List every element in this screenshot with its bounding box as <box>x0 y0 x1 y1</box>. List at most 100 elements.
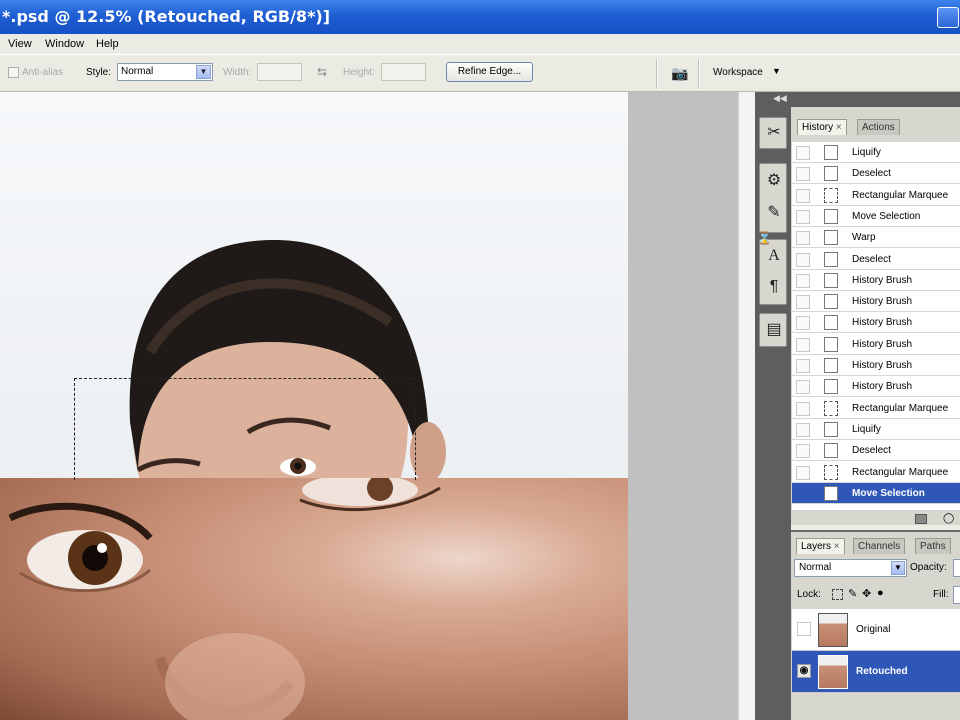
history-source-checkbox[interactable] <box>796 401 810 416</box>
layer-row-original[interactable]: Original <box>792 609 960 651</box>
menu-window[interactable]: Window <box>45 34 84 54</box>
history-state-label: Liquify <box>852 147 881 158</box>
workspace-button[interactable]: Workspace <box>713 67 763 78</box>
lock-all-icon[interactable]: ● <box>877 587 884 599</box>
history-state-row[interactable]: Rectangular Marquee <box>792 185 960 206</box>
toolbar-divider-2 <box>698 59 700 89</box>
refine-edge-button[interactable]: Refine Edge... <box>446 62 533 82</box>
height-label: Height: <box>343 67 375 78</box>
style-select[interactable]: Normal ▼ <box>117 63 213 81</box>
document-icon <box>824 166 838 182</box>
tab-actions[interactable]: Actions <box>857 119 900 135</box>
scissors-icon[interactable]: ✂ <box>763 122 785 144</box>
swap-icon[interactable]: ⇆ <box>317 65 327 79</box>
width-field[interactable] <box>257 63 302 81</box>
menu-help[interactable]: Help <box>96 34 119 54</box>
snapshot-icon[interactable] <box>915 514 927 524</box>
history-state-label: Move Selection <box>852 210 921 222</box>
history-source-checkbox[interactable] <box>796 295 810 310</box>
history-state-row[interactable]: History Brush <box>792 355 960 376</box>
history-source-checkbox[interactable] <box>796 380 810 395</box>
history-source-checkbox[interactable] <box>796 422 810 437</box>
history-source-checkbox[interactable] <box>796 146 810 160</box>
opacity-field[interactable] <box>953 559 960 577</box>
style-select-value: Normal <box>121 66 154 77</box>
tab-layers[interactable]: Layers × <box>796 538 845 554</box>
tab-history[interactable]: History × <box>797 119 847 135</box>
history-source-checkbox[interactable] <box>796 273 810 288</box>
menu-view[interactable]: View <box>8 34 32 54</box>
marquee-icon <box>824 464 838 480</box>
history-state-row[interactable]: Deselect <box>792 163 960 185</box>
history-state-row[interactable]: History Brush <box>792 312 960 334</box>
clone-source-icon[interactable]: ⚙ <box>763 170 785 192</box>
blend-mode-select[interactable]: Normal ▼ <box>794 559 907 577</box>
history-state-row[interactable]: Warp <box>792 227 960 249</box>
layer-row-retouched[interactable]: ◉ Retouched <box>792 651 960 693</box>
history-state-row[interactable]: Rectangular Marquee <box>792 398 960 419</box>
document-icon <box>824 315 838 331</box>
history-source-checkbox[interactable] <box>796 337 810 352</box>
history-state-label: Move Selection <box>852 487 925 499</box>
history-state-row[interactable]: Liquify <box>792 419 960 440</box>
tab-layers-label: Layers <box>801 541 832 552</box>
visibility-toggle[interactable] <box>797 622 811 636</box>
paragraph-icon[interactable]: ¶ <box>763 276 785 298</box>
history-source-checkbox[interactable] <box>796 359 810 373</box>
history-source-checkbox[interactable] <box>796 188 810 203</box>
history-state-label: History Brush <box>852 360 913 371</box>
notes-icon[interactable]: ▤ <box>763 319 785 341</box>
document-icon <box>824 272 838 288</box>
history-state-row[interactable]: Move Selection <box>792 482 960 504</box>
tab-paths[interactable]: Paths <box>915 538 951 554</box>
brushes-icon[interactable]: ✎ <box>763 202 785 224</box>
layer-name: Original <box>856 624 891 635</box>
panel-collapse-bar[interactable]: ◀◀ <box>755 92 960 107</box>
history-source-checkbox[interactable] <box>796 316 810 331</box>
antialias-checkbox[interactable] <box>8 67 19 78</box>
tab-history-label: History <box>802 122 834 133</box>
history-state-row[interactable]: History Brush <box>792 270 960 291</box>
history-state-row[interactable]: Deselect <box>792 440 960 462</box>
history-state-row[interactable]: Liquify <box>792 142 960 163</box>
history-state-label: Liquify <box>852 423 881 435</box>
chevron-down-icon[interactable]: ▼ <box>891 561 905 575</box>
history-source-checkbox[interactable] <box>796 252 810 267</box>
history-source-checkbox[interactable] <box>796 209 810 224</box>
history-state-row[interactable]: Move Selection <box>792 206 960 227</box>
workspace-chevron-icon[interactable]: ▼ <box>772 66 781 76</box>
history-state-row[interactable]: History Brush <box>792 376 960 398</box>
minimize-button[interactable] <box>937 7 959 28</box>
history-source-checkbox[interactable] <box>796 465 810 480</box>
history-source-checkbox[interactable] <box>796 167 810 182</box>
fill-field[interactable] <box>953 586 960 604</box>
bridge-icon[interactable]: 📷 <box>668 63 692 83</box>
height-field[interactable] <box>381 63 426 81</box>
style-label: Style: <box>86 67 112 78</box>
history-state-label: Deselect <box>852 445 891 457</box>
history-state-row[interactable]: Rectangular Marquee <box>792 462 960 483</box>
character-icon[interactable]: A <box>763 245 785 267</box>
eye-icon[interactable]: ◉ <box>797 664 811 678</box>
history-state-row[interactable]: History Brush <box>792 334 960 355</box>
tool-group-2: ⚙ ✎ <box>759 163 787 233</box>
history-state-row[interactable]: History Brush <box>792 291 960 313</box>
close-icon[interactable]: × <box>836 122 842 133</box>
camera-icon[interactable]: ◯ <box>943 513 955 525</box>
blend-mode-value: Normal <box>799 562 832 573</box>
history-state-label: History Brush <box>852 274 913 286</box>
chevron-down-icon[interactable]: ▼ <box>196 65 211 79</box>
lock-paint-icon[interactable]: ✎ <box>848 587 857 600</box>
lock-move-icon[interactable]: ✥ <box>862 587 871 600</box>
tab-channels[interactable]: Channels <box>853 538 906 554</box>
marquee-icon <box>824 187 838 203</box>
lock-transparent-icon[interactable] <box>832 589 843 600</box>
close-icon[interactable]: × <box>834 541 840 552</box>
document-icon <box>824 485 838 501</box>
history-source-checkbox[interactable] <box>796 444 810 459</box>
document-icon <box>824 251 838 267</box>
history-state-row[interactable]: Deselect <box>792 249 960 270</box>
history-source-checkbox[interactable] <box>796 231 810 246</box>
collapse-arrows-icon[interactable]: ◀◀ <box>773 93 787 104</box>
marquee-selection[interactable] <box>74 378 416 480</box>
